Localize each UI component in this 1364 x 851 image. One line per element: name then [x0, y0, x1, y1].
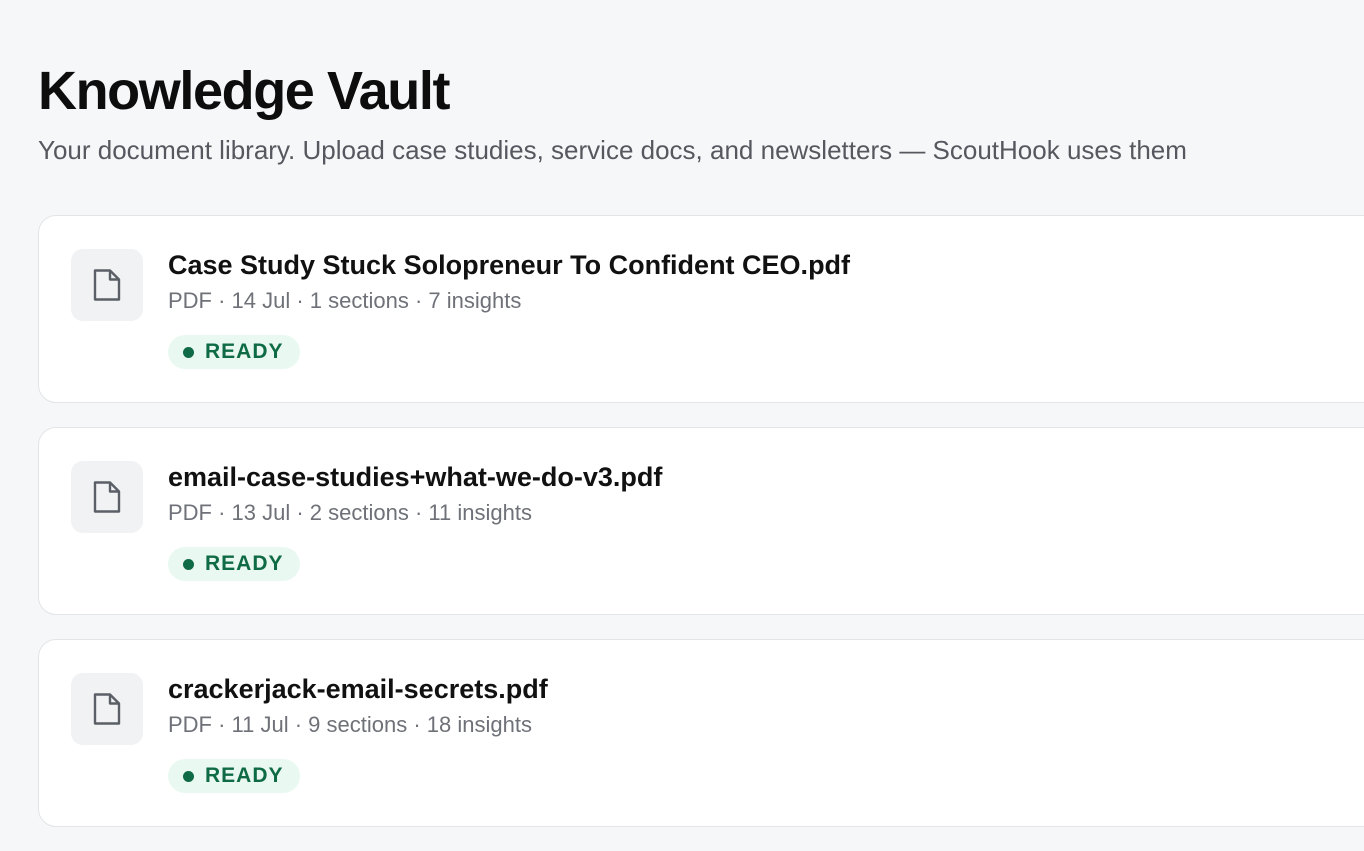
document-meta: PDF · 13 Jul · 2 sections · 11 insights	[168, 500, 532, 525]
file-icon	[71, 461, 143, 533]
file-icon	[71, 673, 143, 745]
file-icon	[71, 249, 143, 321]
document-card[interactable]: Case Study Stuck Solopreneur To Confiden…	[38, 215, 1364, 403]
page-title: Knowledge Vault	[38, 61, 450, 121]
status-label: READY	[205, 552, 284, 575]
status-badge: READY	[168, 547, 300, 581]
knowledge-vault-page: Knowledge Vault Your document library. U…	[38, 0, 1364, 837]
status-dot-icon	[183, 558, 194, 570]
status-badge: READY	[168, 759, 300, 793]
document-meta: PDF · 14 Jul · 1 sections · 7 insights	[168, 288, 522, 313]
document-card[interactable]: email-case-studies+what-we-do-v3.pdf PDF…	[38, 427, 1364, 615]
status-label: READY	[205, 340, 284, 363]
document-name: Case Study Stuck Solopreneur To Confiden…	[168, 250, 851, 280]
status-dot-icon	[183, 346, 194, 358]
document-card[interactable]: crackerjack-email-secrets.pdf PDF · 11 J…	[38, 639, 1364, 827]
status-dot-icon	[183, 770, 194, 782]
status-label: READY	[205, 764, 284, 787]
status-badge: READY	[168, 335, 300, 369]
document-name: crackerjack-email-secrets.pdf	[168, 674, 548, 704]
page-subtitle: Your document library. Upload case studi…	[38, 135, 1187, 165]
document-meta: PDF · 11 Jul · 9 sections · 18 insights	[168, 712, 532, 737]
document-name: email-case-studies+what-we-do-v3.pdf	[168, 462, 663, 492]
document-list: Case Study Stuck Solopreneur To Confiden…	[38, 215, 1364, 851]
